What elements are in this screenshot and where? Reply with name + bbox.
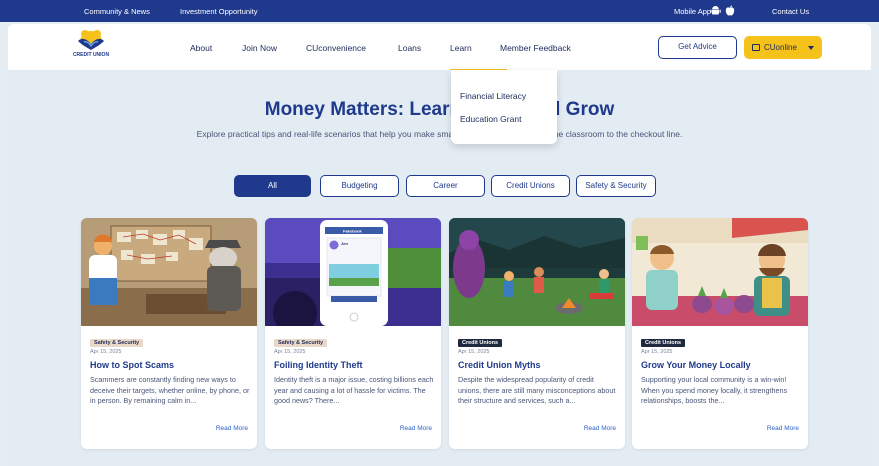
- cuonline-label: CUonline: [764, 43, 797, 52]
- grow-money-locally-illustration: [632, 218, 808, 326]
- category-badge[interactable]: Safety & Security: [274, 339, 328, 347]
- nav-cuconvenience[interactable]: CUconvenience: [306, 43, 366, 53]
- phone-user-name: Jen: [341, 241, 348, 246]
- card-title[interactable]: Credit Union Myths: [458, 360, 541, 370]
- publish-date: Apr 15, 2025: [641, 349, 673, 355]
- phone-app-name: Fakebook: [343, 229, 362, 234]
- card-description: Supporting your local community is a win…: [641, 375, 788, 405]
- learn-dropdown-menu: Financial Literacy Education Grant: [451, 70, 557, 144]
- card-description: Scammers are constantly finding new ways…: [90, 375, 250, 405]
- logo-wordmark: CREDIT UNION: [72, 52, 110, 58]
- category-badge[interactable]: Safety & Security: [90, 339, 144, 347]
- investment-opportunity-link[interactable]: Investment Opportunity: [180, 7, 258, 16]
- mobile-app-link[interactable]: Mobile App: [674, 7, 711, 16]
- scams-illustration: [81, 218, 257, 326]
- category-badge[interactable]: Credit Unions: [641, 339, 686, 347]
- contact-us-link[interactable]: Contact Us: [772, 7, 809, 16]
- nav-learn[interactable]: Learn: [450, 43, 472, 53]
- nav-about[interactable]: About: [190, 43, 212, 53]
- cuonline-button[interactable]: CUonline: [744, 36, 822, 59]
- credit-union-logo[interactable]: CREDIT UNION: [54, 27, 128, 65]
- read-more-link[interactable]: Read More: [767, 425, 799, 432]
- publish-date: Apr 15, 2025: [274, 349, 306, 355]
- publish-date: Apr 15, 2025: [90, 349, 122, 355]
- identity-theft-illustration: Fakebook Jen: [265, 218, 441, 326]
- article-card[interactable]: Credit Unions Apr 15, 2025 Credit Union …: [449, 218, 625, 449]
- utility-bar: Community & News Investment Opportunity …: [0, 0, 879, 22]
- read-more-link[interactable]: Read More: [216, 425, 248, 432]
- apple-icon[interactable]: [725, 5, 735, 18]
- nav-join-now[interactable]: Join Now: [242, 43, 277, 53]
- page-subtitle: Explore practical tips and real-life sce…: [196, 129, 683, 139]
- card-description: Despite the widespread popularity of cre…: [458, 375, 616, 405]
- page-title: Money Matters: Learn, Save, and Grow: [264, 99, 615, 120]
- get-advice-button[interactable]: Get Advice: [658, 36, 737, 59]
- filter-budgeting[interactable]: Budgeting: [320, 175, 399, 197]
- credit-union-myths-illustration: [449, 218, 625, 326]
- article-card[interactable]: Credit Unions Apr 15, 2025 Grow Your Mon…: [632, 218, 808, 449]
- menu-item-education-grant[interactable]: Education Grant: [460, 114, 521, 124]
- main-content: Money Matters: Learn, Save, and Grow Exp…: [8, 70, 871, 466]
- card-title[interactable]: Foiling Identity Theft: [274, 360, 363, 370]
- filter-credit-unions[interactable]: Credit Unions: [491, 175, 570, 197]
- article-card[interactable]: Safety & Security Apr 15, 2025 How to Sp…: [81, 218, 257, 449]
- read-more-link[interactable]: Read More: [584, 425, 616, 432]
- caret-down-icon: [808, 46, 814, 50]
- filter-all[interactable]: All: [234, 175, 311, 197]
- main-header: CREDIT UNION About Join Now CUconvenienc…: [8, 24, 871, 71]
- menu-item-financial-literacy[interactable]: Financial Literacy: [460, 91, 526, 101]
- filter-safety-security[interactable]: Safety & Security: [576, 175, 656, 197]
- card-title[interactable]: How to Spot Scams: [90, 360, 174, 370]
- nav-loans[interactable]: Loans: [398, 43, 421, 53]
- publish-date: Apr 15, 2025: [458, 349, 490, 355]
- nav-member-feedback[interactable]: Member Feedback: [500, 43, 571, 53]
- article-card[interactable]: Fakebook Jen Safety & Security Apr 15, 2…: [265, 218, 441, 449]
- lock-icon: [752, 44, 760, 51]
- card-title[interactable]: Grow Your Money Locally: [641, 360, 751, 370]
- filter-career[interactable]: Career: [406, 175, 485, 197]
- community-news-link[interactable]: Community & News: [84, 7, 150, 16]
- category-badge[interactable]: Credit Unions: [458, 339, 503, 347]
- android-icon[interactable]: [710, 5, 721, 18]
- read-more-link[interactable]: Read More: [400, 425, 432, 432]
- card-description: Identity theft is a major issue, costing…: [274, 375, 434, 405]
